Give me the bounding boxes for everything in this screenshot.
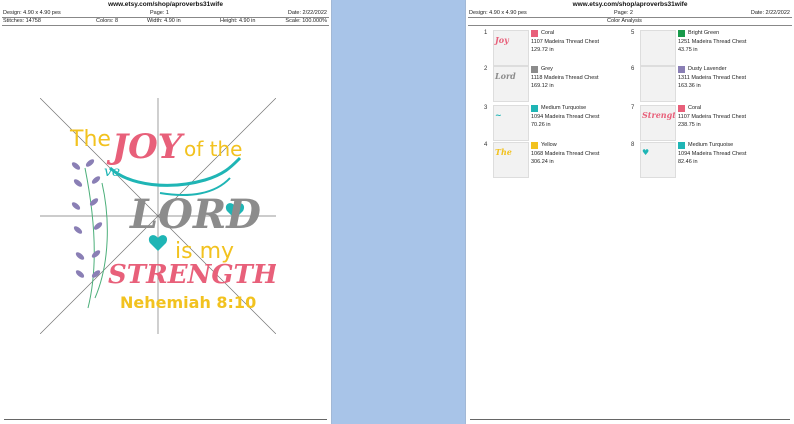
design-height: Height: 4.90 in — [220, 18, 256, 24]
thread-length: 70.26 in — [531, 122, 551, 128]
color-number: 6 — [631, 66, 635, 72]
color-number: 4 — [484, 142, 488, 148]
section-title: Color Analysis — [607, 18, 642, 24]
print-date: Date: 2/22/2022 — [750, 10, 790, 16]
color-entry: 4 The Yellow 1068 Madeira Thread Chest 306.2… — [484, 142, 634, 186]
color-number: 5 — [631, 30, 635, 36]
thread-info: 1311 Madeira Thread Chest — [678, 75, 746, 81]
color-name: Yellow — [541, 142, 557, 148]
embroidery-design: The JOY of the ve LORD is my STRENGTH Ne… — [40, 98, 276, 334]
color-thumbnail: Joy — [493, 30, 529, 66]
page-url: www.etsy.com/shop/aproverbs31wife — [572, 1, 688, 8]
color-thumbnail — [640, 30, 676, 66]
thread-info: 1068 Madeira Thread Chest — [531, 151, 600, 157]
thread-length: 82.46 in — [678, 159, 698, 165]
header-divider — [468, 25, 792, 26]
color-swatch — [531, 30, 538, 37]
thread-info: 1251 Madeira Thread Chest — [678, 39, 747, 45]
color-swatch — [678, 142, 685, 149]
color-number: 3 — [484, 105, 488, 111]
thumbnail-text: The — [495, 147, 512, 157]
thread-info: 1094 Madeira Thread Chest — [531, 114, 600, 120]
thread-length: 163.36 in — [678, 83, 701, 89]
design-size: Design: 4.90 x 4.90 pes — [469, 10, 527, 16]
art-of-the: of the — [184, 137, 242, 161]
color-number: 1 — [484, 30, 488, 36]
color-thumbnail: Strength — [640, 105, 676, 141]
page-number: Page: 2 — [614, 10, 633, 16]
color-number: 7 — [631, 105, 635, 111]
thumbnail-text: ♥ — [642, 147, 650, 157]
header-divider — [2, 25, 329, 26]
art-ve: ve — [104, 164, 120, 180]
stitch-count: Stitches: 14758 — [3, 18, 41, 24]
color-entry: 6 Dusty Lavender 1311 Madeira Thread Chest… — [631, 66, 781, 110]
color-number: 8 — [631, 142, 635, 148]
thread-info: 1118 Madeira Thread Chest — [531, 75, 599, 81]
color-name: Coral — [541, 30, 555, 36]
scale: Scale: 100.000% — [285, 18, 327, 24]
thread-info: 1107 Madeira Thread Chest — [531, 39, 599, 45]
art-joy: JOY — [106, 127, 185, 167]
design-artwork: The JOY of the ve LORD is my STRENGTH Ne… — [40, 98, 276, 334]
color-swatch — [531, 142, 538, 149]
color-swatch — [678, 105, 685, 112]
color-name: Grey — [541, 66, 553, 72]
thumbnail-text: Strength — [642, 110, 676, 120]
footer-divider — [470, 419, 790, 420]
color-thumbnail: ♥ — [640, 142, 676, 178]
color-count: Colors: 8 — [96, 18, 119, 24]
thread-length: 169.12 in — [531, 83, 554, 89]
color-name: Medium Turquoise — [688, 142, 734, 148]
color-name: Dusty Lavender — [688, 66, 727, 72]
art-the: The — [69, 127, 111, 152]
page-url: www.etsy.com/shop/aproverbs31wife — [108, 1, 223, 8]
color-swatch — [531, 66, 538, 73]
thread-length: 129.72 in — [531, 47, 554, 53]
preview-page-2: www.etsy.com/shop/aproverbs31wife Design… — [466, 0, 794, 424]
thread-length: 306.24 in — [531, 159, 554, 165]
color-name: Medium Turquoise — [541, 105, 587, 111]
thread-info: 1094 Madeira Thread Chest — [678, 151, 747, 157]
thread-length: 238.75 in — [678, 122, 701, 128]
art-lord: LORD — [129, 191, 261, 238]
footer-divider — [4, 419, 327, 420]
design-width: Width: 4.90 in — [147, 18, 181, 24]
color-entry: 2 Lord Grey 1118 Madeira Thread Chest 169.12… — [484, 66, 634, 110]
color-name: Bright Green — [688, 30, 720, 36]
thumbnail-text: Joy — [495, 35, 509, 45]
thumbnail-text: ~ — [495, 110, 502, 120]
thread-length: 43.75 in — [678, 47, 698, 53]
color-thumbnail — [640, 66, 676, 102]
color-thumbnail: The — [493, 142, 529, 178]
color-thumbnail: Lord — [493, 66, 529, 102]
color-name: Coral — [688, 105, 702, 111]
preview-page-1: www.etsy.com/shop/aproverbs31wife Design… — [0, 0, 331, 424]
color-swatch — [678, 66, 685, 73]
design-size: Design: 4.90 x 4.90 pes — [3, 10, 61, 16]
print-date: Date: 2/22/2022 — [287, 10, 327, 16]
color-number: 2 — [484, 66, 488, 72]
art-verse: Nehemiah 8:10 — [120, 293, 256, 312]
color-swatch — [678, 30, 685, 37]
color-thumbnail: ~ — [493, 105, 529, 141]
color-entry: 8 ♥ Medium Turquoise 1094 Madeira Thread Ch… — [631, 142, 781, 186]
thumbnail-text: Lord — [495, 71, 516, 81]
page-number: Page: 1 — [150, 10, 169, 16]
art-strength: STRENGTH — [108, 260, 276, 290]
thread-info: 1107 Madeira Thread Chest — [678, 114, 746, 120]
color-swatch — [531, 105, 538, 112]
